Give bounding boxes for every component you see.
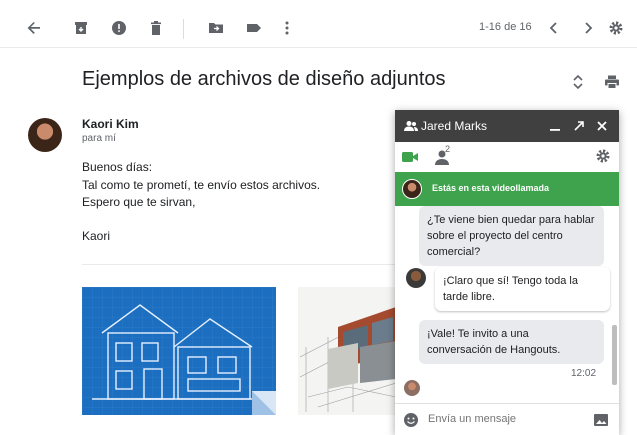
back-arrow-icon[interactable]	[24, 18, 44, 38]
pop-out-icon[interactable]	[571, 118, 587, 134]
video-call-banner[interactable]: Estás en esta videollamada	[395, 172, 619, 206]
toolbar-divider	[183, 19, 184, 39]
attachments-divider	[82, 264, 402, 265]
video-call-icon[interactable]	[401, 148, 419, 166]
label-icon[interactable]	[244, 18, 264, 38]
minimize-icon[interactable]	[547, 118, 563, 134]
chat-scrollbar[interactable]	[612, 325, 617, 385]
message-timestamp: 12:02	[571, 368, 597, 379]
sender-avatar[interactable]	[28, 118, 62, 152]
sender-name[interactable]: Kaori Kim	[82, 117, 139, 131]
archive-icon[interactable]	[71, 18, 91, 38]
chat-message-incoming: ¿Te viene bien quedar para hablar sobre …	[419, 206, 604, 266]
chat-sender-avatar	[406, 268, 426, 288]
participants-count: 2	[445, 144, 451, 154]
expand-collapse-icon[interactable]	[568, 72, 588, 92]
print-icon[interactable]	[602, 72, 622, 92]
banner-avatar	[402, 179, 422, 199]
emoji-icon[interactable]	[403, 412, 419, 428]
chat-settings-icon[interactable]	[595, 148, 611, 164]
chevron-left-icon[interactable]	[544, 18, 564, 38]
body-line: Espero que te sirvan,	[82, 195, 196, 209]
delete-icon[interactable]	[146, 18, 166, 38]
message-input[interactable]	[428, 413, 578, 425]
attach-image-icon[interactable]	[593, 412, 609, 428]
pagination-count: 1-16 de 16	[479, 21, 532, 33]
recipient-line[interactable]: para mí	[82, 133, 116, 144]
report-spam-icon[interactable]	[109, 18, 129, 38]
chat-compose-bar	[395, 403, 619, 435]
chat-title: Jared Marks	[421, 119, 488, 133]
chat-message-outgoing: ¡Claro que sí! Tengo toda la tarde libre…	[435, 267, 610, 311]
body-line: Buenos días:	[82, 160, 153, 174]
blueprint-attachment-thumbnail[interactable]	[82, 287, 276, 415]
hangouts-chat-panel: Jared Marks 2 Estás en esta videollamada…	[395, 110, 619, 435]
architecture-sketch-attachment-thumbnail[interactable]	[298, 287, 396, 415]
more-vert-icon[interactable]	[277, 18, 297, 38]
message-toolbar: 1-16 de 16	[0, 8, 637, 48]
email-subject: Ejemplos de archivos de diseño adjuntos	[82, 68, 446, 90]
read-receipt-avatar	[404, 380, 420, 396]
chat-tab-bar: 2	[395, 142, 619, 172]
chat-header[interactable]: Jared Marks	[395, 110, 619, 142]
people-icon	[403, 118, 419, 134]
body-line: Tal como te prometí, te envío estos arch…	[82, 178, 321, 192]
gmail-window: 1-16 de 16 Ejemplos de archivos de diseñ…	[0, 0, 637, 435]
move-to-icon[interactable]	[206, 18, 226, 38]
signature: Kaori	[82, 229, 111, 243]
chevron-right-icon[interactable]	[578, 18, 598, 38]
banner-text: Estás en esta videollamada	[432, 183, 550, 193]
close-icon[interactable]	[594, 118, 610, 134]
chat-message-incoming: ¡Vale! Te invito a una conversación de H…	[419, 320, 604, 364]
settings-gear-icon[interactable]	[606, 18, 626, 38]
